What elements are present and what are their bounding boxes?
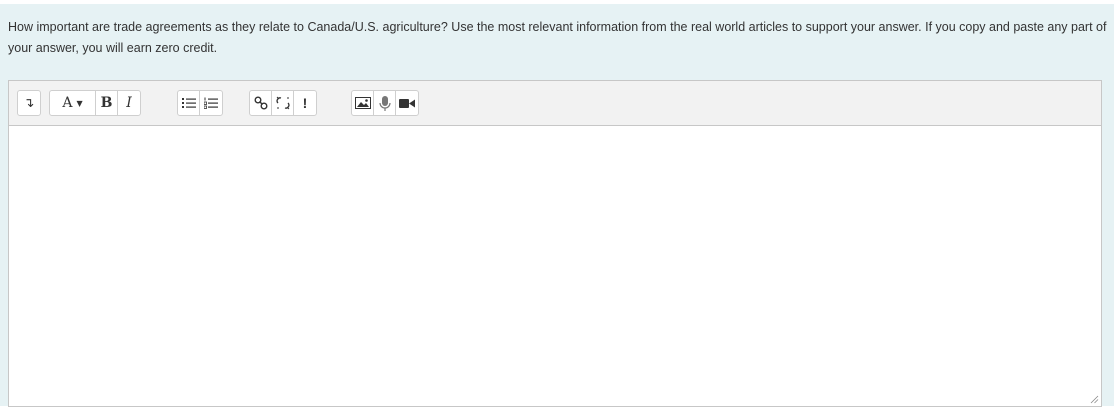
toolbar-group-media <box>351 90 419 116</box>
toolbar-group-more: ↴ <box>17 90 41 116</box>
toolbar-group-style: A ▼ B I <box>49 90 141 116</box>
accessibility-checker-label: ! <box>302 95 308 111</box>
toolbar-group-lists <box>177 90 223 116</box>
italic-button[interactable]: I <box>118 91 140 115</box>
ordered-list-icon <box>204 97 218 109</box>
unlink-button[interactable] <box>272 91 294 115</box>
editor-toolbar: ↴ A ▼ B I ! <box>9 81 1101 126</box>
bold-label: B <box>100 95 113 111</box>
paragraph-style-button[interactable]: A ▼ <box>50 91 96 115</box>
unordered-list-icon <box>181 98 196 108</box>
question-text: How important are trade agreements as th… <box>8 20 1107 55</box>
bold-button[interactable]: B <box>96 91 118 115</box>
toolbar-group-links: ! <box>249 90 317 116</box>
record-video-button[interactable] <box>396 91 418 115</box>
link-button[interactable] <box>250 91 272 115</box>
editor-content-area[interactable] <box>9 126 1101 406</box>
image-icon <box>354 97 371 109</box>
video-camera-icon <box>399 98 415 108</box>
unordered-list-button[interactable] <box>178 91 200 115</box>
question-panel: How important are trade agreements as th… <box>0 4 1114 407</box>
insert-image-button[interactable] <box>352 91 374 115</box>
unlink-icon <box>275 96 290 110</box>
answer-editor: ↴ A ▼ B I ! <box>8 80 1102 407</box>
microphone-icon <box>378 95 391 111</box>
resize-handle-icon[interactable] <box>1089 394 1099 404</box>
accessibility-checker-button[interactable]: ! <box>294 91 316 115</box>
show-more-button[interactable]: ↴ <box>18 91 40 115</box>
link-icon <box>254 96 267 110</box>
italic-label: I <box>126 95 132 111</box>
caret-down-icon: ▼ <box>76 98 83 108</box>
paragraph-style-label: A <box>62 95 73 111</box>
show-more-icon: ↴ <box>23 95 35 110</box>
record-audio-button[interactable] <box>374 91 396 115</box>
ordered-list-button[interactable] <box>200 91 222 115</box>
